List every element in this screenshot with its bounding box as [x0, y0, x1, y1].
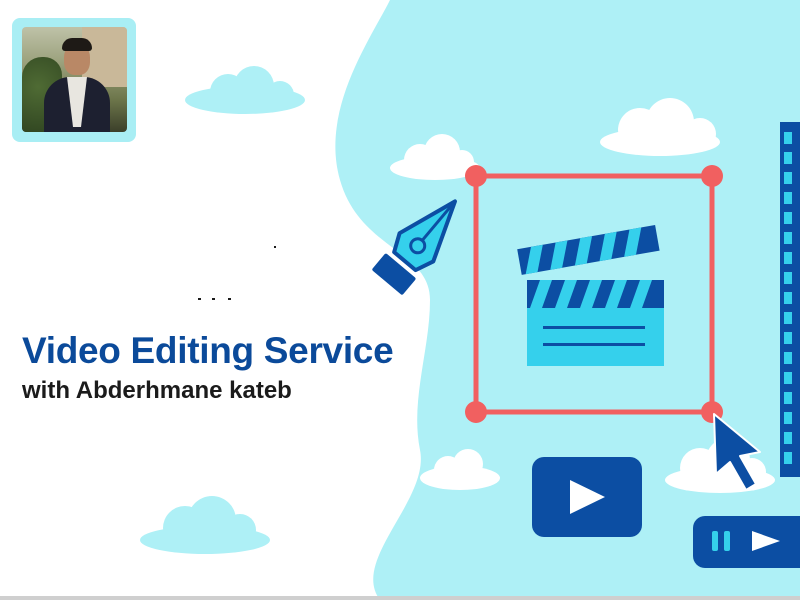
film-strip-icon — [780, 122, 800, 477]
cloud-left-top — [185, 66, 305, 114]
media-controls — [693, 516, 800, 568]
bottom-divider — [0, 596, 800, 600]
specks — [198, 246, 276, 300]
page-title: Video Editing Service — [22, 330, 394, 371]
play-button — [532, 457, 642, 537]
avatar — [22, 27, 127, 132]
page-subtitle: with Abderhmane kateb — [22, 377, 292, 404]
clapperboard-icon — [517, 224, 664, 366]
cloud-bottom-left — [140, 496, 270, 554]
banner: Video Editing Service with Abderhmane ka… — [0, 0, 800, 600]
avatar-frame — [12, 18, 136, 142]
